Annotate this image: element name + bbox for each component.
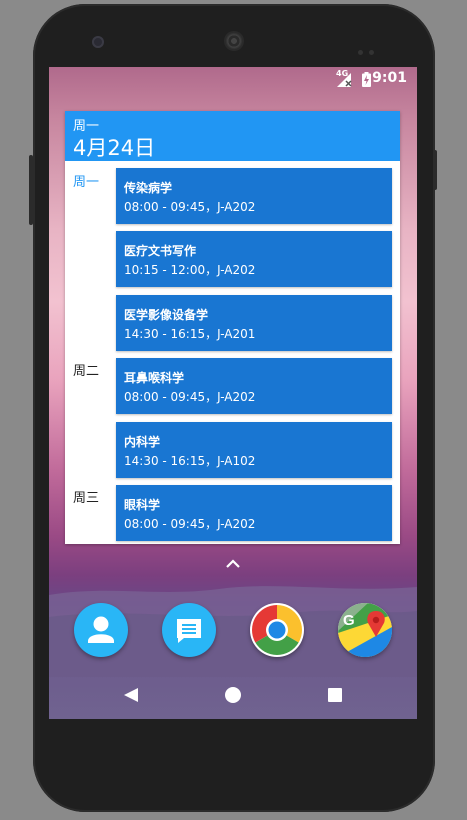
event-time-room: 08:00 - 09:45，J-A202 (124, 390, 256, 404)
event-time-room: 08:00 - 09:45，J-A202 (124, 517, 256, 531)
event-card[interactable]: 眼科学 08:00 - 09:45，J-A202 (116, 485, 392, 541)
header-date: 4月24日 (73, 136, 156, 160)
day-label-monday: 周一 (73, 175, 100, 190)
event-title: 内科学 (124, 435, 161, 449)
recents-icon[interactable] (323, 683, 347, 707)
home-icon[interactable] (221, 683, 245, 707)
event-title: 医疗文书写作 (124, 244, 197, 258)
event-card[interactable]: 医学影像设备学 14:30 - 16:15，J-A201 (116, 295, 392, 351)
volume-button[interactable] (29, 155, 33, 225)
day-label-tuesday: 周二 (73, 364, 100, 379)
day-label-wednesday: 周三 (73, 491, 100, 506)
power-button[interactable] (433, 150, 437, 190)
contacts-app-icon[interactable] (74, 603, 128, 657)
messages-app-icon[interactable] (162, 603, 216, 657)
event-card[interactable]: 医疗文书写作 10:15 - 12:00，J-A202 (116, 231, 392, 287)
signal-icon (337, 73, 352, 87)
chrome-app-icon[interactable] (250, 603, 304, 657)
navigation-bar (49, 671, 417, 719)
clock: 9:01 (372, 70, 407, 86)
event-time-room: 08:00 - 09:45，J-A202 (124, 200, 256, 214)
event-time-room: 10:15 - 12:00，J-A202 (124, 263, 256, 277)
event-title: 耳鼻喉科学 (124, 371, 185, 385)
svg-text:G: G (343, 612, 355, 629)
event-title: 眼科学 (124, 498, 161, 512)
battery-charging-icon (362, 72, 371, 87)
schedule-widget[interactable]: 周一 4月24日 周一 周二 周三 传染病学 08:00 - 09:45，J-A… (65, 111, 400, 544)
proximity-sensor (358, 40, 382, 55)
event-card[interactable]: 传染病学 08:00 - 09:45，J-A202 (116, 168, 392, 224)
home-screen: 4G 9:01 周一 4月24日 周一 周二 周三 传染病学 08:00 - 0… (49, 67, 417, 719)
maps-app-icon[interactable]: G (338, 603, 392, 657)
status-bar: 4G 9:01 (49, 67, 417, 91)
event-title: 医学影像设备学 (124, 308, 209, 322)
event-card[interactable]: 耳鼻喉科学 08:00 - 09:45，J-A202 (116, 358, 392, 414)
chevron-up-icon[interactable] (225, 558, 241, 570)
event-title: 传染病学 (124, 181, 173, 195)
back-icon[interactable] (119, 683, 143, 707)
front-camera (92, 36, 104, 48)
event-card[interactable]: 内科学 14:30 - 16:15，J-A102 (116, 422, 392, 478)
event-time-room: 14:30 - 16:15，J-A201 (124, 327, 256, 341)
earpiece-speaker (224, 31, 244, 51)
widget-header[interactable]: 周一 4月24日 (65, 111, 400, 161)
event-time-room: 14:30 - 16:15，J-A102 (124, 454, 256, 468)
